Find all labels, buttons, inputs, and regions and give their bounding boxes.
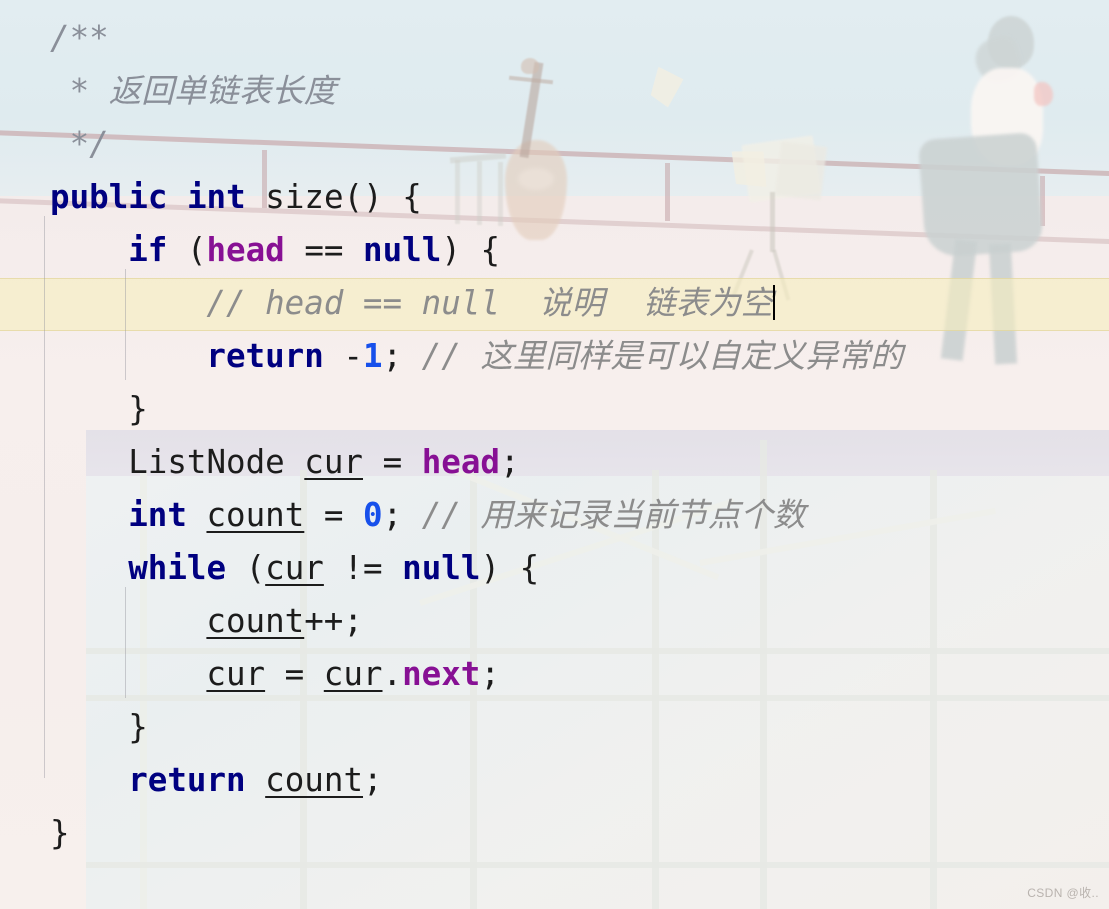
code-token-plain: = bbox=[265, 655, 324, 693]
code-text-area[interactable]: /** * 返回单链表长度 */public int size() {if (h… bbox=[0, 0, 1109, 909]
code-line[interactable]: while (cur != null) { bbox=[0, 542, 539, 595]
code-token-plain: } bbox=[128, 390, 148, 428]
code-token-plain: } bbox=[128, 708, 148, 746]
code-token-local: cur bbox=[304, 443, 363, 481]
code-line[interactable]: if (head == null) { bbox=[0, 224, 500, 277]
code-line[interactable]: ListNode cur = head; bbox=[0, 436, 520, 489]
code-token-number: 0 bbox=[363, 496, 383, 534]
code-token-plain: ++; bbox=[304, 602, 363, 640]
code-token-plain: } bbox=[50, 814, 70, 852]
code-token-plain: . bbox=[382, 655, 403, 693]
code-token-plain: ListNode bbox=[128, 443, 305, 481]
code-token-plain: ) { bbox=[441, 231, 501, 269]
code-token-keyword: int bbox=[186, 178, 246, 216]
code-line[interactable]: /** bbox=[0, 12, 109, 65]
code-token-javadoc: /** bbox=[50, 19, 109, 57]
code-token-plain: ; bbox=[363, 761, 383, 799]
code-token-field: head bbox=[206, 231, 285, 269]
code-line[interactable]: */ bbox=[0, 118, 109, 171]
code-token-local: cur bbox=[265, 549, 324, 587]
code-token-number: 1 bbox=[362, 337, 383, 375]
code-token-plain: ) { bbox=[480, 549, 540, 587]
code-line[interactable]: * 返回单链表长度 bbox=[0, 65, 337, 118]
code-token-field: next bbox=[402, 655, 481, 693]
code-token-local: cur bbox=[323, 655, 383, 693]
code-line[interactable]: } bbox=[0, 701, 148, 754]
code-token-keyword: null bbox=[363, 231, 442, 269]
code-token-javadoc: */ bbox=[50, 125, 109, 163]
code-editor[interactable]: /** * 返回单链表长度 */public int size() {if (h… bbox=[0, 0, 1109, 909]
code-token-keyword: return bbox=[206, 337, 324, 375]
code-token-plain: = bbox=[363, 443, 422, 481]
code-token-local: count bbox=[206, 496, 305, 534]
code-line[interactable]: } bbox=[0, 383, 148, 436]
code-line[interactable]: public int size() { bbox=[0, 171, 422, 224]
code-token-plain: != bbox=[323, 549, 403, 587]
code-token-plain: ( bbox=[226, 549, 266, 587]
code-token-plain: - bbox=[323, 337, 363, 375]
code-line[interactable]: count++; bbox=[0, 595, 363, 648]
code-line[interactable]: cur = cur.next; bbox=[0, 648, 500, 701]
code-token-plain: size() { bbox=[245, 178, 422, 216]
code-token-plain: ; bbox=[382, 337, 422, 375]
code-token-local: count bbox=[265, 761, 364, 799]
code-token-keyword: public bbox=[50, 178, 168, 216]
code-line[interactable]: } bbox=[0, 807, 70, 860]
code-token-keyword: int bbox=[128, 496, 187, 534]
code-token-comment: // 这里同样是可以自定义异常的 bbox=[421, 337, 903, 375]
code-line[interactable]: return count; bbox=[0, 754, 383, 807]
code-token-plain: ; bbox=[480, 655, 500, 693]
code-token-keyword: null bbox=[402, 549, 481, 587]
csdn-watermark: CSDN @收.. bbox=[1027, 886, 1099, 900]
text-caret bbox=[773, 285, 776, 320]
code-token-plain: == bbox=[284, 231, 364, 269]
code-token-field: head bbox=[421, 443, 500, 481]
code-token-javadoc: * 返回单链表长度 bbox=[50, 72, 337, 110]
code-token-keyword: return bbox=[128, 761, 246, 799]
code-token-plain: = bbox=[304, 496, 364, 534]
code-token-keyword: while bbox=[128, 549, 227, 587]
code-token-local: cur bbox=[206, 655, 266, 693]
code-token-plain: ( bbox=[167, 231, 207, 269]
code-token-comment: // 用来记录当前节点个数 bbox=[421, 496, 806, 534]
code-token-plain: ; bbox=[499, 443, 520, 481]
code-line[interactable]: return -1; // 这里同样是可以自定义异常的 bbox=[0, 330, 903, 383]
code-token-keyword: if bbox=[128, 231, 168, 269]
code-token-local: count bbox=[206, 602, 305, 640]
code-line[interactable]: int count = 0; // 用来记录当前节点个数 bbox=[0, 489, 805, 542]
code-token-plain: ; bbox=[382, 496, 422, 534]
code-line[interactable]: // head == null 说明 链表为空 bbox=[0, 277, 773, 330]
code-token-comment: // head == null 说明 链表为空 bbox=[206, 284, 774, 322]
